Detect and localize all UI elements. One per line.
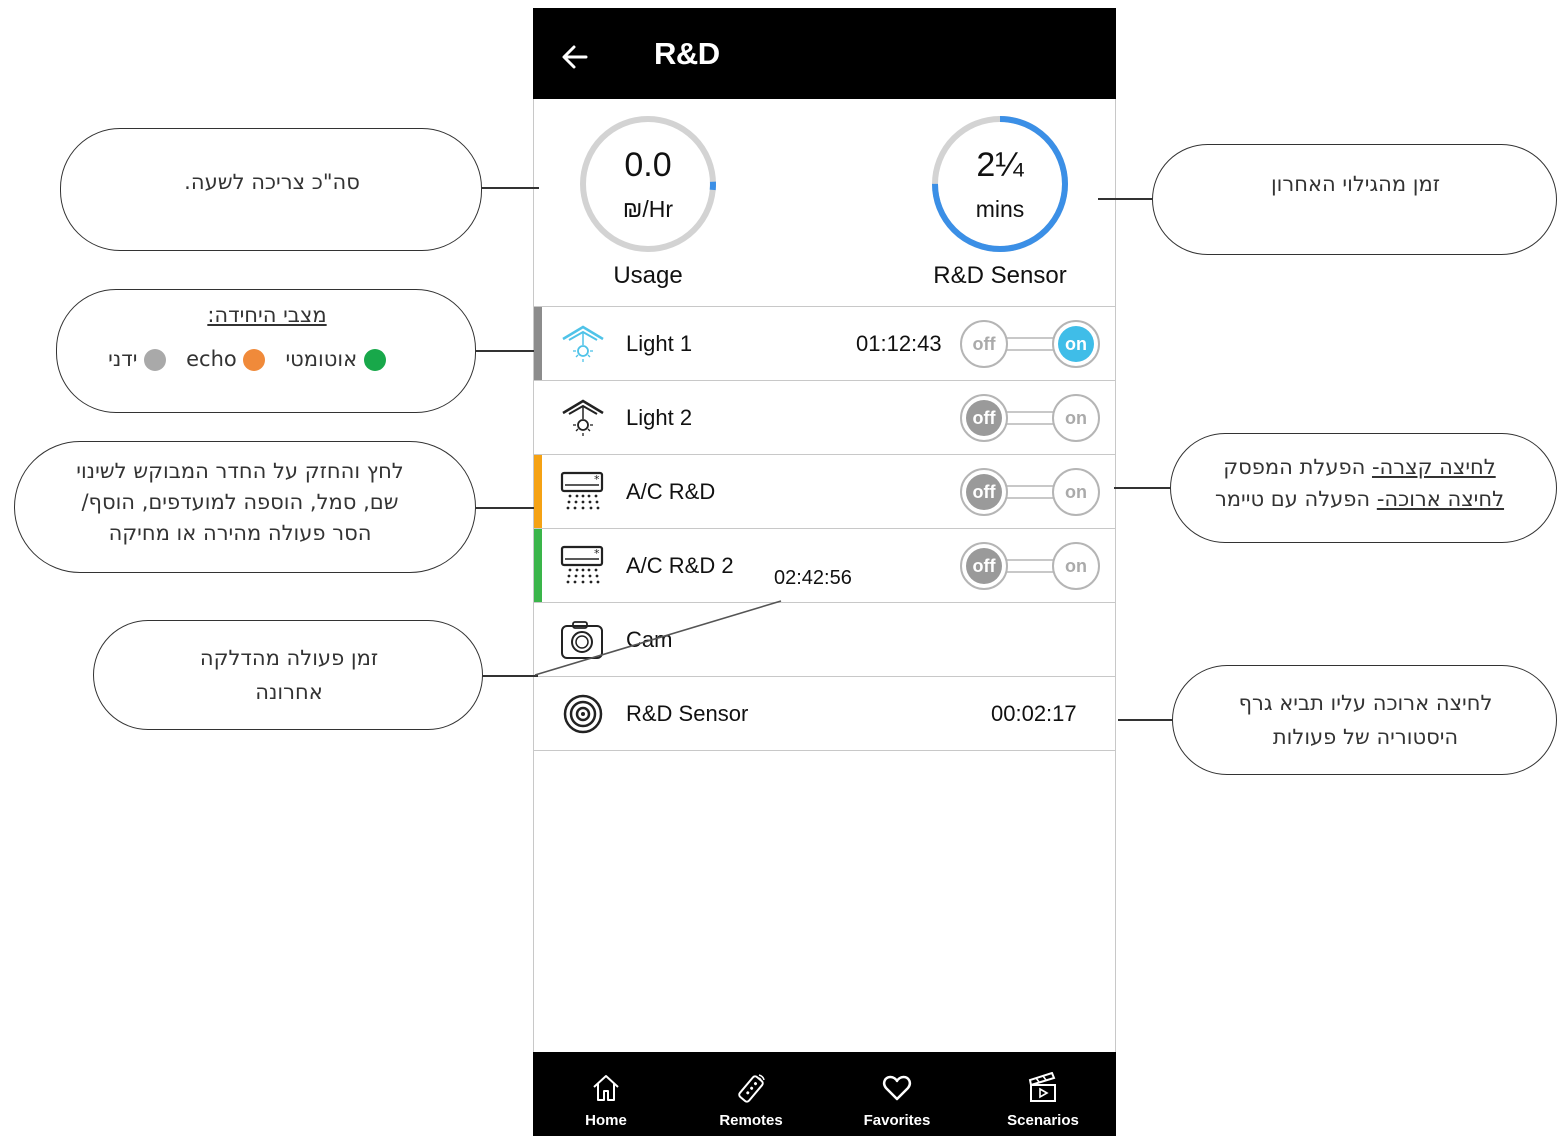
annotation-usage: סה"כ צריכה לשעה. [60, 128, 482, 251]
svg-text:*: * [594, 473, 600, 486]
annotation-line: שם, סמל, הוספה למועדפים, הוסף/ [81, 490, 399, 514]
device-row-ac-2[interactable]: * A/C R&D 2 off on [534, 529, 1115, 603]
connector-line [482, 675, 538, 677]
annotation-last-action: זמן פעולה מהדלקה אחרונה [93, 620, 483, 730]
ac-icon: * [559, 469, 607, 515]
nav-label: Remotes [719, 1112, 783, 1129]
svg-text:*: * [594, 547, 600, 560]
annotation-text: זמן מהגילוי האחרון [1270, 172, 1441, 196]
annotation-line: לחץ והחזק על החדר המבוקש לשינוי [76, 459, 404, 483]
press-long-desc: הפעלה עם טיימר [1214, 487, 1377, 511]
device-name: Light 2 [626, 405, 693, 430]
nav-label: Favorites [863, 1112, 931, 1129]
manual-dot-icon [144, 349, 167, 371]
home-icon [590, 1072, 622, 1104]
toggle-off-label: off [973, 408, 997, 428]
annotation-line: הסר פעולה מהירה או מחיקה [108, 521, 372, 545]
sensor-label: R&D Sensor [933, 262, 1067, 289]
usage-label: Usage [613, 262, 683, 289]
usage-value: 0.0 [624, 146, 672, 184]
annotation-history: לחיצה ארוכה עליו תביא גרף היסטוריה של פע… [1172, 665, 1557, 775]
nav-remotes[interactable]: Remotes [701, 1052, 801, 1136]
mode-stripe [534, 529, 542, 602]
toggle-on-label: on [1065, 556, 1087, 576]
connector-line [481, 187, 539, 189]
toggle-on-label: on [1065, 334, 1087, 354]
device-row-sensor[interactable]: R&D Sensor 00:02:17 [534, 677, 1115, 751]
annotation-line: זמן פעולה מהדלקה [199, 646, 379, 670]
device-timer: 01:12:43 [856, 331, 942, 356]
toggle-on-label: on [1065, 408, 1087, 428]
toggle-switch-off[interactable]: off on [958, 541, 1102, 591]
sensor-unit: mins [975, 196, 1025, 222]
device-name: A/C R&D 2 [626, 553, 734, 578]
toggle-switch-on[interactable]: off on [958, 319, 1102, 369]
device-row-light-2[interactable]: Light 2 off on [534, 381, 1115, 455]
device-row-ac[interactable]: * A/C R&D off on [534, 455, 1115, 529]
auto-dot-icon [363, 349, 386, 371]
annotation-sensor: זמן מהגילוי האחרון [1152, 144, 1557, 255]
toggle-switch-off[interactable]: off on [958, 393, 1102, 443]
clapperboard-icon [1027, 1071, 1059, 1104]
press-long-line: לחיצה ארוכה- הפעלה עם טיימר [1171, 484, 1548, 515]
mode-stripe [534, 455, 542, 528]
annotation-title: מצבי היחידה: [207, 303, 327, 327]
connector-line [1114, 487, 1172, 489]
light-icon [559, 395, 607, 441]
state-auto-label: אוטומטי [285, 347, 358, 371]
usage-unit: ₪/Hr [622, 196, 674, 222]
nav-favorites[interactable]: Favorites [847, 1052, 947, 1136]
annotation-line: אחרונה [255, 680, 323, 704]
ac-icon: * [559, 543, 607, 589]
toggle-off-label: off [973, 482, 997, 502]
connector-line [474, 350, 534, 352]
device-name: Light 1 [626, 331, 693, 356]
echo-dot-icon [243, 349, 266, 371]
remote-icon [735, 1072, 767, 1104]
press-short-line: לחיצה קצרה- הפעלת המפסק [1171, 452, 1548, 483]
state-legend: אוטומטי echo ידני [57, 344, 437, 375]
press-short-desc: הפעלת המפסק [1223, 455, 1372, 479]
toggle-switch-off[interactable]: off on [958, 467, 1102, 517]
last-action-time: 02:42:56 [774, 567, 852, 589]
heart-icon [881, 1072, 913, 1104]
light-icon [559, 321, 607, 367]
annotation-unit-states: מצבי היחידה: אוטומטי echo ידני [56, 289, 476, 413]
press-long-label: לחיצה ארוכה- [1376, 487, 1505, 511]
annotation-line: לחיצה ארוכה עליו תביא גרף [1238, 691, 1493, 715]
state-manual-label: ידני [108, 347, 138, 371]
annotation-line: היסטוריה של פעולות [1272, 725, 1459, 749]
connector-line [1118, 719, 1174, 721]
toggle-off-label: off [973, 556, 997, 576]
top-bar [533, 8, 1116, 99]
nav-label: Scenarios [1007, 1112, 1079, 1129]
back-arrow-icon[interactable] [560, 38, 590, 76]
mode-stripe [534, 307, 542, 380]
connector-line [474, 507, 534, 509]
device-row-light-1[interactable]: Light 1 01:12:43 off on [534, 307, 1115, 381]
device-name: R&D Sensor [626, 701, 749, 726]
device-timer: 00:02:17 [991, 701, 1077, 726]
nav-home[interactable]: Home [556, 1052, 656, 1136]
annotation-room-options: לחץ והחזק על החדר המבוקש לשינוי שם, סמל,… [14, 441, 476, 573]
sensor-icon [559, 691, 607, 737]
connector-line [1098, 198, 1154, 200]
toggle-off-label: off [973, 334, 997, 354]
connector-diagonal [533, 598, 785, 678]
state-echo-label: echo [186, 347, 237, 371]
device-name: A/C R&D [626, 479, 716, 504]
press-short-label: לחיצה קצרה- [1371, 455, 1496, 479]
toggle-on-label: on [1065, 482, 1087, 502]
nav-label: Home [585, 1112, 627, 1129]
annotation-text: סה"כ צריכה לשעה. [184, 170, 360, 194]
nav-scenarios[interactable]: Scenarios [993, 1052, 1093, 1136]
annotation-press-types: לחיצה קצרה- הפעלת המפסק לחיצה ארוכה- הפע… [1170, 433, 1557, 543]
page-title: R&D [654, 36, 720, 71]
sensor-value: 2¼ [976, 146, 1024, 184]
